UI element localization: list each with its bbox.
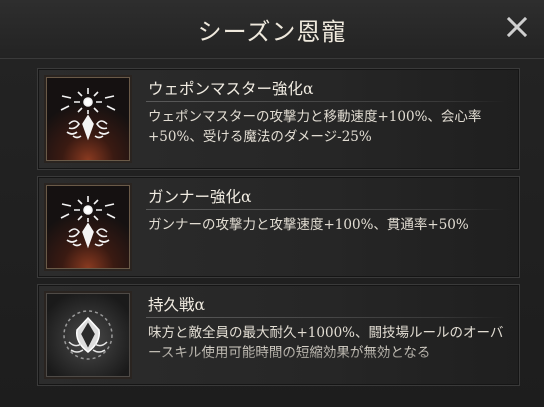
season-blessing-panel: シーズン恩寵 ウェポンマスター強化α ウェポンマスターの攻撃力と移動速度+100… [0,0,544,407]
buff-description: ウェポンマスターの攻撃力と移動速度+100%、会心率+50%、受ける魔法のダメー… [148,109,482,145]
shield-emblem-icon [46,293,130,377]
panel-header: シーズン恩寵 [0,0,544,59]
panel-title: シーズン恩寵 [197,18,347,46]
buff-description: ガンナーの攻撃力と攻撃速度+100%、貫通率+50% [148,217,469,233]
buff-card-weapon-master[interactable]: ウェポンマスター強化α ウェポンマスターの攻撃力と移動速度+100%、会心率+5… [37,68,520,170]
sun-weapon-emblem-icon [46,185,130,269]
buff-name: 持久戦α [148,296,205,314]
sun-weapon-emblem-icon [46,77,130,161]
buff-description: 味方と敵全員の最大耐久+1000%、闘技場ルールのオーバースキル使用可能時間の短… [148,325,504,361]
buff-name: ガンナー強化α [148,188,252,206]
buff-card-gunner[interactable]: ガンナー強化α ガンナーの攻撃力と攻撃速度+100%、貫通率+50% [37,176,520,278]
divider [146,317,507,318]
buff-name: ウェポンマスター強化α [148,80,314,98]
buff-card-endurance[interactable]: 持久戦α 味方と敵全員の最大耐久+1000%、闘技場ルールのオーバースキル使用可… [37,284,520,386]
close-icon[interactable] [504,14,530,40]
divider [146,209,507,210]
divider [146,101,507,102]
